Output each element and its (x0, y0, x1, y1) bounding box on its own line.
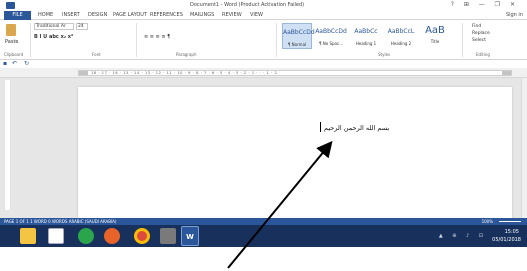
ribbon-tabs: FILE HOME INSERT DESIGN PAGE LAYOUT REFE… (0, 11, 527, 20)
style-heading-1[interactable]: AaBbCc Heading 1 (350, 23, 382, 49)
ruler-margin-marker[interactable] (79, 71, 88, 75)
replace-button[interactable]: Replace (472, 31, 490, 36)
find-button[interactable]: Find (472, 24, 481, 29)
zoom-slider[interactable] (499, 221, 521, 222)
style-name: Heading 2 (390, 41, 412, 46)
group-divider (30, 23, 31, 57)
clock-date[interactable]: 05/01/2018 (492, 237, 521, 243)
format-buttons[interactable]: B I U abc x₂ x² (34, 34, 73, 40)
group-editing: Editing (476, 52, 490, 57)
group-divider (276, 23, 277, 57)
tab-review[interactable]: REVIEW (222, 12, 242, 18)
status-bar: PAGE 1 OF 1 1 WORD 0 WORDS ARABIC (SAUDI… (0, 218, 527, 225)
group-clipboard: Clipboard (4, 52, 24, 57)
text-cursor (320, 122, 321, 132)
tab-design[interactable]: DESIGN (88, 12, 107, 18)
tab-file[interactable]: FILE (4, 11, 31, 20)
style-name: Heading 1 (355, 41, 377, 46)
select-button[interactable]: Select (472, 38, 486, 43)
style-no-spacing[interactable]: AaBbCcDd ¶ No Spac... (315, 23, 347, 49)
status-info: PAGE 1 OF 1 1 WORD 0 WORDS ARABIC (SAUDI… (4, 219, 117, 224)
style-normal[interactable]: AaBbCcDd ¶ Normal (282, 23, 315, 49)
horizontal-ruler: 18 · 17 · 16 · 15 · 14 · 13 · 12 · 11 · … (0, 68, 527, 78)
tab-mailings[interactable]: MAILINGS (190, 12, 214, 18)
style-heading-2[interactable]: AaBbCcL Heading 2 (385, 23, 417, 49)
style-sample: AaBbCc (354, 28, 378, 35)
font-name-value: Traditional Ar (36, 24, 66, 29)
sign-in-link[interactable]: Sign in (506, 12, 523, 18)
save-icon[interactable]: ▪ (3, 60, 7, 67)
paste-icon[interactable] (6, 24, 16, 36)
paragraph-buttons[interactable]: ≡ ≡ ≡ ≡ ¶ (144, 34, 170, 40)
store-icon[interactable] (48, 228, 64, 244)
document-page[interactable]: بسم الله الرحمن الرحيم (78, 87, 512, 218)
paint-icon[interactable] (160, 228, 176, 244)
font-size-select[interactable]: 24 (76, 23, 88, 30)
window-controls[interactable]: ? ⊞ — ❐ ✕ (451, 1, 519, 8)
vertical-ruler (5, 80, 11, 210)
style-title[interactable]: AaB Title (420, 23, 450, 49)
ruler-ticks: 18 · 17 · 16 · 15 · 14 · 13 · 12 · 11 · … (91, 71, 278, 75)
file-explorer-icon[interactable] (20, 228, 36, 244)
font-size-value: 24 (78, 24, 84, 29)
clock-time[interactable]: 15:05 (505, 229, 519, 235)
tab-references[interactable]: REFERENCES (150, 12, 183, 18)
tab-page-layout[interactable]: PAGE LAYOUT (113, 12, 147, 18)
style-sample: AaBbCcL (387, 28, 415, 35)
tab-home[interactable]: HOME (38, 12, 53, 18)
style-sample: AaB (425, 25, 445, 36)
group-styles: Styles (378, 52, 391, 57)
tab-view[interactable]: VIEW (250, 12, 263, 18)
word-logo-icon (6, 2, 15, 9)
chrome-icon[interactable] (134, 228, 150, 244)
style-sample: AaBbCcDd (283, 29, 315, 36)
screenshot-stage: Document1 - Word (Product Activation Fai… (0, 0, 527, 271)
ruler-margin-marker[interactable] (502, 71, 511, 75)
document-canvas: بسم الله الرحمن الرحيم (0, 78, 527, 218)
media-player-icon[interactable] (78, 228, 94, 244)
group-divider (462, 23, 463, 57)
title-bar: Document1 - Word (Product Activation Fai… (0, 0, 527, 11)
font-name-select[interactable]: Traditional Ar (34, 23, 74, 30)
style-sample: AaBbCcDd (315, 28, 347, 35)
undo-icon[interactable]: ↶ (12, 60, 17, 67)
zoom-level[interactable]: 100% (482, 219, 493, 224)
group-paragraph: Paragraph (176, 52, 197, 57)
redo-icon[interactable]: ↻ (24, 60, 29, 67)
ruler-bar[interactable]: 18 · 17 · 16 · 15 · 14 · 13 · 12 · 11 · … (78, 70, 512, 76)
vertical-scrollbar[interactable] (521, 78, 527, 218)
tab-insert[interactable]: INSERT (62, 12, 80, 18)
system-tray[interactable]: ▲ ⊕ ♪ ⊡ (439, 233, 487, 239)
style-name: ¶ No Spac... (318, 41, 344, 46)
document-text[interactable]: بسم الله الرحمن الرحيم (324, 124, 389, 132)
style-name: Title (430, 39, 440, 44)
window-title: Document1 - Word (Product Activation Fai… (190, 2, 305, 8)
firefox-icon[interactable] (104, 228, 120, 244)
quick-access-toolbar: ▪ ↶ ↻ (0, 60, 527, 68)
word-taskbar-icon[interactable]: W (181, 226, 199, 246)
style-name: ¶ Normal (287, 42, 307, 47)
paste-button[interactable]: Paste (5, 39, 19, 45)
group-font: Font (92, 52, 101, 57)
ribbon: Paste Clipboard Traditional Ar 24 B I U … (0, 20, 527, 60)
group-divider (136, 23, 137, 57)
taskbar: W ▲ ⊕ ♪ ⊡ 15:05 05/01/2018 (0, 225, 527, 247)
